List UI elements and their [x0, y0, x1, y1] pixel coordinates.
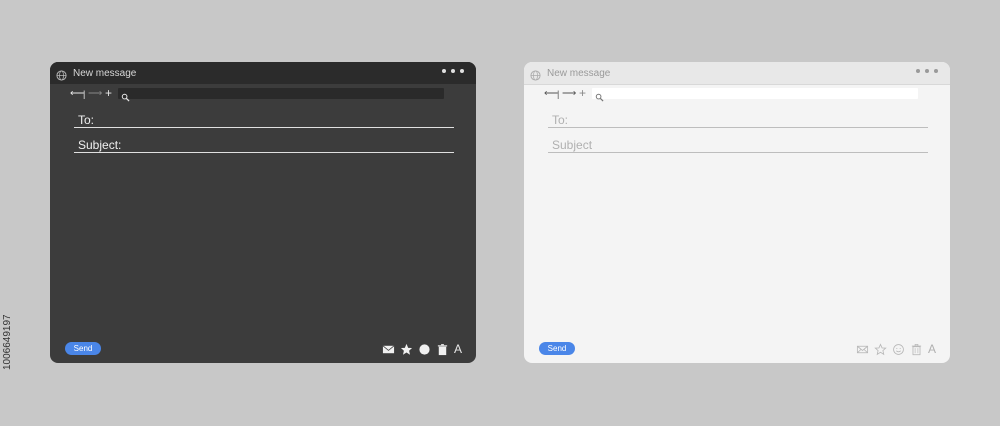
emoji-icon[interactable] [418, 343, 431, 356]
to-underline [74, 127, 454, 128]
address-bar[interactable] [118, 88, 444, 102]
compose-toolbar: A [856, 343, 936, 356]
globe-icon [530, 68, 541, 81]
trash-icon[interactable] [910, 343, 923, 356]
to-underline [548, 127, 928, 128]
compose-window-dark: New message ⟵ | ⟶ + To: Subject: Send A [50, 62, 476, 363]
search-icon [595, 89, 604, 102]
new-tab-button[interactable]: + [105, 87, 112, 99]
send-button[interactable]: Send [539, 342, 575, 355]
nav-bar: ⟵ | ⟶ + [50, 87, 476, 102]
emoji-icon[interactable] [892, 343, 905, 356]
send-button[interactable]: Send [65, 342, 101, 355]
nav-separator: | [557, 89, 560, 99]
mail-icon[interactable] [382, 343, 395, 356]
window-title: New message [73, 67, 137, 79]
mail-icon[interactable] [856, 343, 869, 356]
nav-bar: ⟵ | ⟶ + [524, 87, 950, 102]
to-label: To: [78, 113, 95, 127]
to-field[interactable]: To: [74, 112, 454, 128]
compose-toolbar: A [382, 343, 462, 356]
to-field[interactable]: To: [548, 112, 928, 128]
trash-icon[interactable] [436, 343, 449, 356]
title-bar: New message [50, 62, 476, 84]
subject-label: Subject [552, 138, 593, 152]
address-bar[interactable] [592, 88, 918, 102]
subject-underline [74, 152, 454, 153]
subject-field[interactable]: Subject: [74, 137, 454, 153]
window-title: New message [547, 67, 611, 79]
more-dots-icon[interactable] [916, 69, 938, 73]
font-icon[interactable]: A [454, 343, 462, 356]
more-dots-icon[interactable] [442, 69, 464, 73]
subject-field[interactable]: Subject [548, 137, 928, 153]
subject-underline [548, 152, 928, 153]
stock-id-label: 1006649197 [2, 314, 13, 370]
compose-window-light: New message ⟵ | ⟶ + To: Subject Send A [524, 62, 950, 363]
to-label: To: [552, 113, 569, 127]
title-bar: New message [524, 62, 950, 85]
subject-label: Subject: [78, 138, 122, 152]
nav-separator: | [83, 89, 86, 99]
new-tab-button[interactable]: + [579, 87, 586, 99]
forward-button[interactable]: ⟶ [88, 88, 102, 100]
search-icon [121, 89, 130, 102]
star-icon[interactable] [400, 343, 413, 356]
star-icon[interactable] [874, 343, 887, 356]
forward-button[interactable]: ⟶ [562, 88, 576, 100]
font-icon[interactable]: A [928, 343, 936, 356]
globe-icon [56, 68, 67, 81]
